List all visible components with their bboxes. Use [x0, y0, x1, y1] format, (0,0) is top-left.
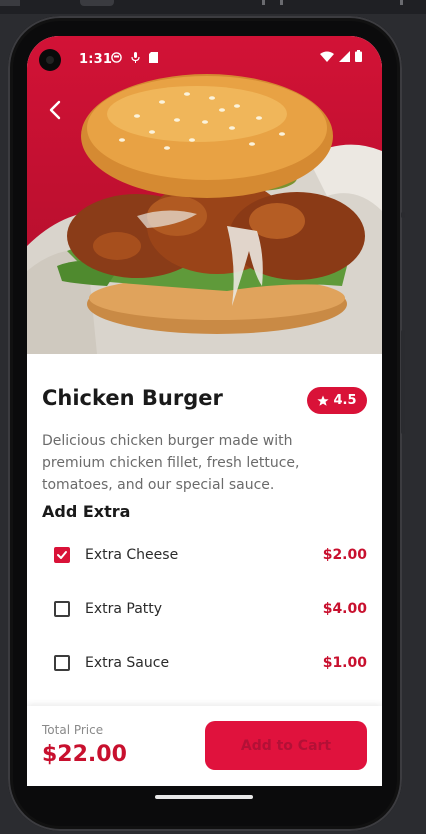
back-button[interactable] [37, 92, 73, 128]
power-button [401, 330, 405, 434]
signal-icon [339, 50, 350, 62]
extra-name: Extra Cheese [85, 547, 179, 563]
face-icon [111, 52, 122, 63]
total-price-label: Total Price [42, 723, 104, 737]
product-description: Delicious chicken burger made with premi… [42, 433, 300, 493]
hero-image: 1:31 [27, 36, 382, 354]
rating-badge: 4.5 [307, 387, 367, 414]
volume-button [401, 212, 405, 218]
emulator-top-strip [0, 0, 426, 14]
extra-sauce-checkbox[interactable] [54, 655, 70, 671]
checkout-bar: Total Price $22.00 Add to Cart [27, 706, 382, 786]
status-right-icons [320, 50, 362, 62]
extra-name: Extra Patty [85, 601, 163, 617]
home-indicator[interactable] [155, 795, 253, 799]
rating-value: 4.5 [333, 393, 357, 408]
add-to-cart-button[interactable]: Add to Cart [205, 721, 367, 770]
status-icons [111, 52, 158, 63]
battery-icon [355, 50, 362, 62]
star-icon [317, 395, 330, 406]
chevron-left-icon [49, 100, 61, 120]
extra-item-cheese[interactable]: Extra Cheese $2.00 [42, 532, 367, 578]
product-title: Chicken Burger [42, 386, 223, 410]
sd-card-icon [149, 52, 158, 63]
status-bar: 1:31 [27, 36, 382, 84]
app-screen: 1:31 Chicken Burger 4.5 Delicious chicke… [27, 36, 382, 786]
extra-item-sauce[interactable]: Extra Sauce $1.00 [42, 640, 367, 686]
extra-price: $2.00 [322, 547, 367, 563]
wifi-icon [320, 51, 334, 62]
extra-cheese-checkbox[interactable] [54, 547, 70, 563]
extra-name: Extra Sauce [85, 655, 170, 671]
extra-price: $1.00 [322, 655, 367, 671]
front-camera [39, 49, 61, 71]
extra-price: $4.00 [322, 601, 367, 617]
system-nav-bar [27, 786, 382, 808]
total-price-value: $22.00 [42, 742, 127, 767]
mic-icon [131, 52, 140, 63]
extra-item-patty[interactable]: Extra Patty $4.00 [42, 586, 367, 632]
check-icon [57, 551, 67, 559]
status-time: 1:31 [79, 52, 113, 67]
extra-patty-checkbox[interactable] [54, 601, 70, 617]
add-extra-heading: Add Extra [42, 502, 131, 521]
